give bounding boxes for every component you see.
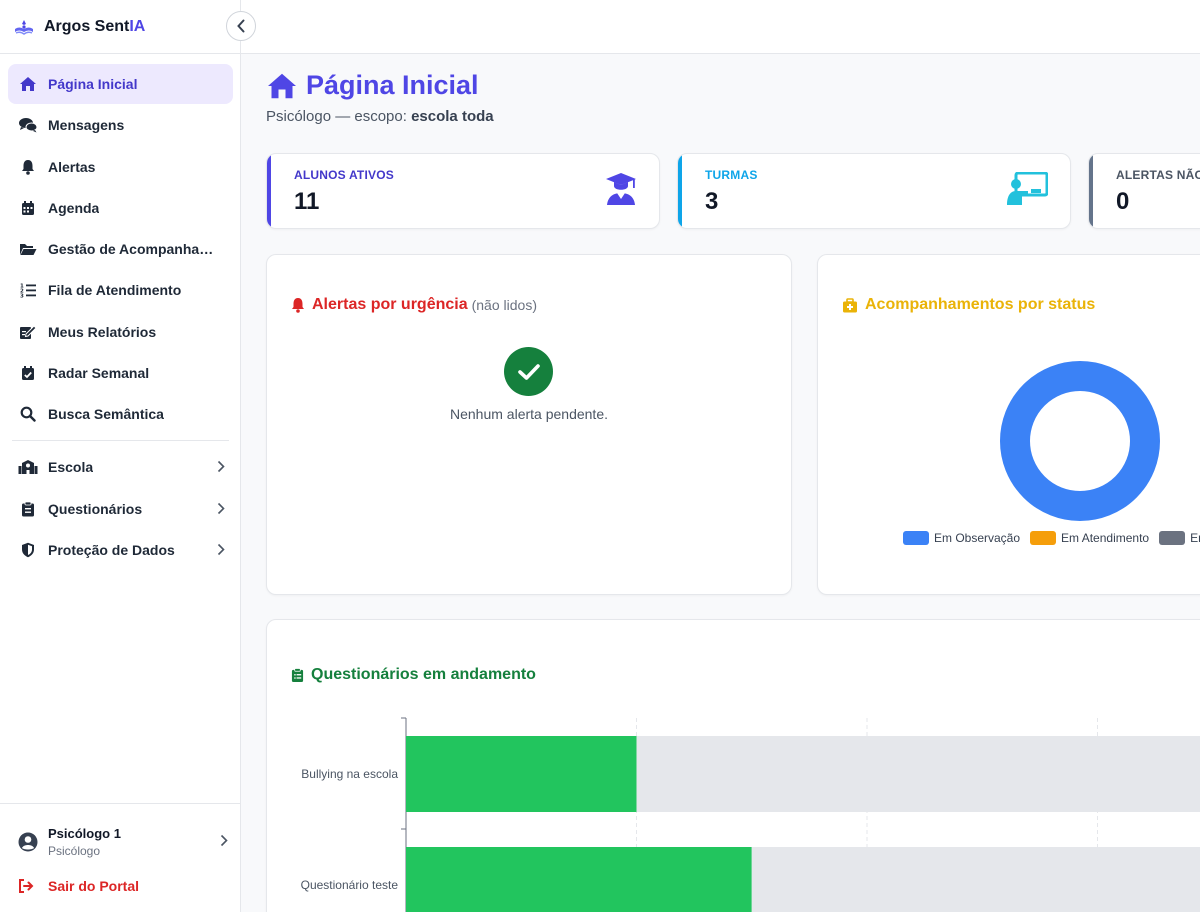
calendar-check-icon <box>18 363 38 383</box>
bar-segment[interactable] <box>406 847 752 912</box>
medical-kit-icon <box>842 297 858 313</box>
alerts-panel: Alertas por urgência (não lidos) Nenhum … <box>266 254 792 595</box>
sidebar-item-mensagens[interactable]: Mensagens <box>8 105 233 145</box>
alerts-panel-title: Alertas por urgência (não lidos) <box>291 296 537 314</box>
sidebar-nav: Página Inicial Mensagens Alertas Agenda … <box>8 64 233 571</box>
status-panel-title: Acompanhamentos por status <box>842 296 1095 314</box>
top-bar <box>241 0 1200 54</box>
search-icon <box>18 404 38 424</box>
sidebar: Argos SentIA Página Inicial Mensagens Al… <box>0 0 256 912</box>
brand[interactable]: Argos SentIA <box>0 0 241 54</box>
edit-report-icon <box>18 322 38 342</box>
calendar-icon <box>18 198 38 218</box>
stat-card-alertas-nao-lidos: ALERTAS NÃO LIDOS 0 <box>1088 153 1200 229</box>
questionnaires-bar-chart: Bullying na escola Questionário teste <box>301 717 1200 912</box>
shield-icon <box>18 540 38 560</box>
clipboard-list-icon <box>291 667 304 683</box>
status-panel: Acompanhamentos por status Em Observação… <box>817 254 1200 595</box>
chalkboard-teacher-icon <box>1007 172 1048 205</box>
sidebar-item-meus-relatorios[interactable]: Meus Relatórios <box>8 312 233 352</box>
chevron-right-icon <box>217 543 225 556</box>
legend-label: Encerrado <box>1190 531 1200 545</box>
stat-card-turmas: TURMAS 3 <box>677 153 1071 229</box>
bar-segment[interactable] <box>751 847 1200 912</box>
legend-swatch <box>1030 531 1057 545</box>
logout-icon <box>18 879 38 893</box>
page-subtitle: Psicólogo — escopo: escola toda <box>266 108 494 125</box>
list-ordered-icon: 123 <box>18 280 38 300</box>
graduate-icon <box>606 173 636 205</box>
collapse-sidebar-button[interactable] <box>226 11 256 41</box>
avatar <box>18 832 38 852</box>
sidebar-item-fila-atendimento[interactable]: 123 Fila de Atendimento <box>8 270 233 310</box>
legend-item[interactable]: Encerrado <box>1159 531 1200 545</box>
legend-item[interactable]: Em Observação <box>903 531 1020 545</box>
chevron-right-icon <box>220 834 228 847</box>
user-name: Psicólogo 1 <box>48 826 121 841</box>
donut-slice[interactable] <box>1000 361 1160 521</box>
sidebar-group-protecao-dados[interactable]: Proteção de Dados <box>8 530 233 570</box>
questionnaires-panel-title: Questionários em andamento <box>291 666 536 684</box>
status-donut-chart <box>1000 361 1160 521</box>
school-icon <box>18 457 38 477</box>
stat-card-alunos-ativos: ALUNOS ATIVOS 11 <box>266 153 660 229</box>
clipboard-icon <box>18 499 38 519</box>
sidebar-item-radar-semanal[interactable]: Radar Semanal <box>8 353 233 393</box>
sidebar-item-gestao-acompanhamentos[interactable]: Gestão de Acompanhamentos <box>8 229 233 269</box>
empty-alerts-message: Nenhum alerta pendente. <box>450 406 608 422</box>
chevron-right-icon <box>217 502 225 514</box>
legend-item[interactable]: Em Atendimento <box>1030 531 1149 545</box>
user-role: Psicólogo <box>48 844 101 858</box>
page-title: Página Inicial <box>266 70 479 101</box>
sidebar-item-pagina-inicial[interactable]: Página Inicial <box>8 64 233 104</box>
brand-logo-icon <box>12 15 36 39</box>
folder-open-icon <box>18 239 38 259</box>
sidebar-group-questionarios[interactable]: Questionários <box>8 489 233 529</box>
logout-button[interactable]: Sair do Portal <box>18 878 139 894</box>
legend-swatch <box>903 531 929 545</box>
bell-icon <box>18 157 38 177</box>
bar-segment[interactable] <box>406 736 637 812</box>
user-block: Psicólogo 1 Psicólogo Sair do Portal <box>0 803 241 912</box>
svg-text:3: 3 <box>20 294 24 299</box>
bar-category-label: Questionário teste <box>301 878 399 892</box>
legend-label: Em Observação <box>934 531 1021 545</box>
status-chart-legend: Em Observação Em Atendimento Encerrado <box>903 531 1200 545</box>
brand-name: Argos SentIA <box>44 17 146 35</box>
check-circle-icon <box>504 347 553 396</box>
sidebar-item-busca-semantica[interactable]: Busca Semântica <box>8 394 233 434</box>
bell-icon <box>291 297 305 313</box>
legend-swatch <box>1159 531 1186 545</box>
bar-category-label: Bullying na escola <box>301 767 398 781</box>
sidebar-item-agenda[interactable]: Agenda <box>8 188 233 228</box>
chat-icon <box>18 115 38 135</box>
questionnaires-panel: Questionários em andamento Bullying na e… <box>266 619 1200 912</box>
chevron-right-icon <box>217 461 225 473</box>
home-icon <box>18 74 38 94</box>
sidebar-item-alertas[interactable]: Alertas <box>8 147 233 187</box>
nav-divider <box>12 440 229 442</box>
legend-label: Em Atendimento <box>1061 531 1150 545</box>
bar-segment[interactable] <box>636 736 1200 812</box>
home-icon <box>268 73 296 98</box>
chevron-left-icon <box>237 19 245 33</box>
user-menu[interactable]: Psicólogo 1 Psicólogo <box>18 822 228 862</box>
sidebar-group-escola[interactable]: Escola <box>8 447 233 487</box>
